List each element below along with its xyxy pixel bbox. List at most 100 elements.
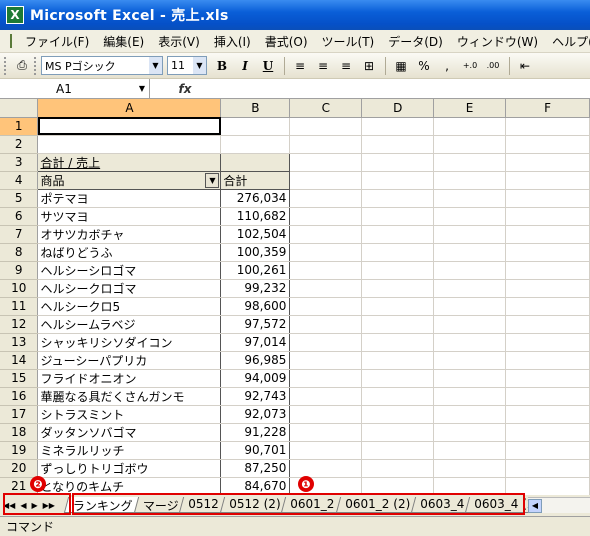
cell[interactable] bbox=[433, 243, 507, 262]
cell[interactable] bbox=[361, 333, 435, 352]
cell[interactable] bbox=[289, 459, 363, 478]
row-header[interactable]: 13 bbox=[0, 333, 39, 352]
cell[interactable] bbox=[289, 243, 363, 262]
cell[interactable] bbox=[289, 261, 363, 280]
cell[interactable] bbox=[289, 297, 363, 316]
cell[interactable] bbox=[505, 315, 590, 334]
merge-center-icon[interactable]: ⊞ bbox=[358, 56, 380, 76]
pivot-item[interactable]: ヘルシークロゴマ bbox=[37, 279, 222, 298]
cell[interactable] bbox=[289, 423, 363, 442]
cell[interactable] bbox=[505, 153, 590, 172]
comma-button[interactable]: , bbox=[436, 56, 458, 76]
cell[interactable] bbox=[361, 225, 435, 244]
cell[interactable] bbox=[289, 171, 363, 190]
pivot-item[interactable]: シャッキリシソダイコン bbox=[37, 333, 222, 352]
cell[interactable] bbox=[433, 297, 507, 316]
pivot-value[interactable]: 276,034 bbox=[220, 189, 291, 208]
underline-button[interactable]: U bbox=[257, 56, 279, 76]
chevron-down-icon[interactable]: ▼ bbox=[139, 84, 145, 93]
cell[interactable] bbox=[433, 135, 507, 154]
cell[interactable] bbox=[505, 423, 590, 442]
cell[interactable] bbox=[289, 207, 363, 226]
align-left-icon[interactable]: ≡ bbox=[289, 56, 311, 76]
pivot-item[interactable]: オサツカボチャ bbox=[37, 225, 222, 244]
column-header-d[interactable]: D bbox=[361, 99, 435, 118]
cell[interactable] bbox=[505, 117, 590, 136]
cell-a1[interactable] bbox=[37, 117, 222, 136]
bold-button[interactable]: B bbox=[211, 56, 233, 76]
cell[interactable] bbox=[433, 423, 507, 442]
pivot-item[interactable]: ジューシーパプリカ bbox=[37, 351, 222, 370]
pivot-item[interactable]: ヘルシーシロゴマ bbox=[37, 261, 222, 280]
cell[interactable] bbox=[505, 333, 590, 352]
cell[interactable] bbox=[289, 441, 363, 460]
row-header[interactable]: 1 bbox=[0, 117, 39, 136]
cell[interactable] bbox=[433, 171, 507, 190]
cell[interactable] bbox=[433, 225, 507, 244]
cell[interactable] bbox=[433, 279, 507, 298]
cell[interactable] bbox=[289, 189, 363, 208]
pivot-item[interactable]: ダッタンソバゴマ bbox=[37, 423, 222, 442]
cell[interactable] bbox=[433, 333, 507, 352]
pivot-item[interactable]: ヘルシークロ5 bbox=[37, 297, 222, 316]
pivot-item[interactable]: 華麗なる具だくさんガンモ bbox=[37, 387, 222, 406]
menu-data[interactable]: データ(D) bbox=[381, 33, 450, 50]
column-header-a[interactable]: A bbox=[37, 99, 222, 118]
cell[interactable] bbox=[433, 153, 507, 172]
pivot-item[interactable]: サツマヨ bbox=[37, 207, 222, 226]
row-header[interactable]: 10 bbox=[0, 279, 39, 298]
cell[interactable] bbox=[361, 243, 435, 262]
cell[interactable] bbox=[433, 117, 507, 136]
cell[interactable] bbox=[289, 225, 363, 244]
select-all-corner[interactable] bbox=[0, 99, 39, 118]
cell[interactable] bbox=[289, 387, 363, 406]
cell[interactable] bbox=[505, 369, 590, 388]
cell[interactable] bbox=[505, 261, 590, 280]
cell-b2[interactable] bbox=[220, 135, 291, 154]
cell[interactable] bbox=[289, 351, 363, 370]
cell-b3[interactable] bbox=[220, 152, 291, 172]
menu-insert[interactable]: 挿入(I) bbox=[207, 33, 258, 50]
cell[interactable] bbox=[433, 351, 507, 370]
toolbar-grip[interactable] bbox=[4, 56, 7, 75]
cell[interactable] bbox=[289, 135, 363, 154]
cell[interactable] bbox=[433, 369, 507, 388]
cell[interactable] bbox=[433, 441, 507, 460]
currency-icon[interactable]: ▦ bbox=[390, 56, 412, 76]
cell[interactable] bbox=[361, 117, 435, 136]
pivot-row-field[interactable]: 商品 ▼ bbox=[37, 170, 222, 190]
cell[interactable] bbox=[433, 459, 507, 478]
worksheet-grid[interactable]: A B C D E F 1 2 3 合計 / 売上 4 商品 ▼ 合計 5 ポテ… bbox=[0, 99, 590, 495]
row-header[interactable]: 8 bbox=[0, 243, 39, 262]
cell[interactable] bbox=[289, 369, 363, 388]
name-box[interactable]: A1 ▼ bbox=[0, 79, 150, 98]
pivot-value[interactable]: 99,232 bbox=[220, 279, 291, 298]
cell[interactable] bbox=[505, 225, 590, 244]
cell[interactable] bbox=[361, 405, 435, 424]
cell[interactable] bbox=[505, 441, 590, 460]
pivot-item[interactable]: ずっしりトリゴボウ bbox=[37, 459, 222, 478]
cell[interactable] bbox=[433, 405, 507, 424]
font-name-select[interactable]: MS Pゴシック ▼ bbox=[41, 56, 163, 75]
pivot-value[interactable]: 100,261 bbox=[220, 261, 291, 280]
cell[interactable] bbox=[505, 351, 590, 370]
pivot-item[interactable]: シトラスミント bbox=[37, 405, 222, 424]
pivot-item[interactable]: ヘルシームラベジ bbox=[37, 315, 222, 334]
cell[interactable] bbox=[361, 189, 435, 208]
pivot-value[interactable]: 110,682 bbox=[220, 207, 291, 226]
pivot-value-header[interactable]: 合計 bbox=[220, 170, 291, 190]
chevron-down-icon[interactable]: ▼ bbox=[205, 172, 220, 188]
increase-decimal-icon[interactable]: +.0 bbox=[459, 56, 481, 76]
row-header[interactable]: 3 bbox=[0, 153, 39, 172]
menu-tools[interactable]: ツール(T) bbox=[315, 33, 382, 50]
chevron-down-icon[interactable]: ▼ bbox=[193, 57, 206, 74]
cell[interactable] bbox=[505, 135, 590, 154]
decrease-indent-icon[interactable]: ⇤ bbox=[514, 56, 536, 76]
pivot-value[interactable]: 100,359 bbox=[220, 243, 291, 262]
percent-button[interactable]: % bbox=[413, 56, 435, 76]
cell[interactable] bbox=[361, 153, 435, 172]
menu-file[interactable]: ファイル(F) bbox=[18, 33, 96, 50]
cell-b1[interactable] bbox=[220, 117, 291, 136]
cell[interactable] bbox=[361, 351, 435, 370]
row-header[interactable]: 19 bbox=[0, 441, 39, 460]
